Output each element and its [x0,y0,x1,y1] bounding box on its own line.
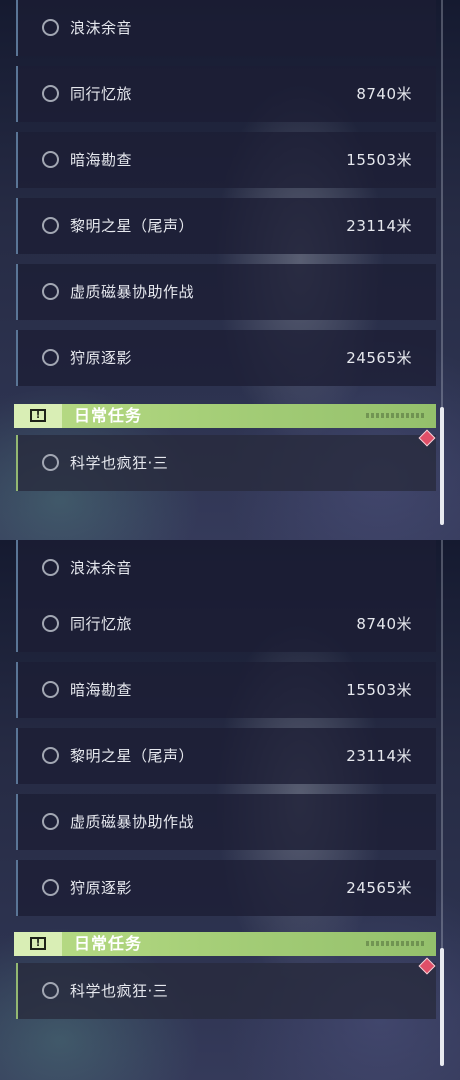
quest-status-icon [42,813,59,830]
exclamation-icon: ! [30,937,46,950]
quest-distance: 8740米 [356,615,412,633]
quest-panel-top: 浪沫余音 同行忆旅 8740米 暗海勘查 15503米 黎明之星（尾声） 231… [0,0,460,540]
quest-distance: 23114米 [346,747,412,765]
quest-item-5[interactable]: 虚质磁暴协助作战 [16,264,436,320]
quest-title: 虚质磁暴协助作战 [70,283,195,301]
quest-panel-bottom: 浪沫余音 同行忆旅 8740米 暗海勘查 15503米 黎明之星（尾声） 231… [0,540,460,1080]
daily-section-title: 日常任务 [74,406,143,425]
quest-title: 暗海勘查 [70,681,133,699]
quest-distance: 24565米 [346,349,412,367]
quest-status-icon [42,217,59,234]
quest-title: 虚质磁暴协助作战 [70,813,195,831]
quest-item-2[interactable]: 同行忆旅 8740米 [16,66,436,122]
quest-distance: 15503米 [346,681,412,699]
quest-title: 同行忆旅 [70,85,133,103]
quest-status-icon [42,454,59,471]
quest-title: 科学也疯狂·三 [70,454,169,472]
quest-status-icon [42,85,59,102]
quest-status-icon [42,283,59,300]
quest-item-3[interactable]: 暗海勘查 15503米 [16,662,436,718]
quest-status-icon [42,151,59,168]
quest-status-icon [42,349,59,366]
quest-item-4[interactable]: 黎明之星（尾声） 23114米 [16,728,436,784]
daily-quest-item[interactable]: 科学也疯狂·三 [16,435,436,491]
daily-icon-box: ! [14,404,62,428]
quest-title: 黎明之星（尾声） [70,747,195,765]
quest-title: 科学也疯狂·三 [70,982,169,1000]
quest-item-5[interactable]: 虚质磁暴协助作战 [16,794,436,850]
daily-section-header[interactable]: ! 日常任务 [14,932,436,956]
quest-distance: 8740米 [356,85,412,103]
daily-section-header[interactable]: ! 日常任务 [14,404,436,428]
quest-item-1[interactable]: 浪沫余音 [16,0,436,56]
quest-title: 狩原逐影 [70,879,133,897]
quest-item-6[interactable]: 狩原逐影 24565米 [16,330,436,386]
scrollbar-thumb[interactable] [440,407,444,525]
quest-item-4[interactable]: 黎明之星（尾声） 23114米 [16,198,436,254]
quest-title: 浪沫余音 [70,559,133,577]
quest-title: 黎明之星（尾声） [70,217,195,235]
quest-status-icon [42,681,59,698]
quest-status-icon [42,559,59,576]
exclamation-icon: ! [30,409,46,422]
quest-status-icon [42,747,59,764]
quest-title: 同行忆旅 [70,615,133,633]
quest-title: 浪沫余音 [70,19,133,37]
daily-section-title: 日常任务 [74,934,143,953]
header-decoration [366,413,426,418]
quest-status-icon [42,615,59,632]
quest-distance: 23114米 [346,217,412,235]
daily-icon-box: ! [14,932,62,956]
header-decoration [366,941,426,946]
quest-status-icon [42,982,59,999]
quest-distance: 15503米 [346,151,412,169]
quest-status-icon [42,879,59,896]
quest-status-icon [42,19,59,36]
scrollbar-thumb[interactable] [440,948,444,1066]
quest-item-1[interactable]: 浪沫余音 [16,540,436,596]
daily-quest-item[interactable]: 科学也疯狂·三 [16,963,436,1019]
quest-title: 狩原逐影 [70,349,133,367]
quest-distance: 24565米 [346,879,412,897]
quest-item-6[interactable]: 狩原逐影 24565米 [16,860,436,916]
quest-item-3[interactable]: 暗海勘查 15503米 [16,132,436,188]
quest-item-2[interactable]: 同行忆旅 8740米 [16,596,436,652]
quest-title: 暗海勘查 [70,151,133,169]
